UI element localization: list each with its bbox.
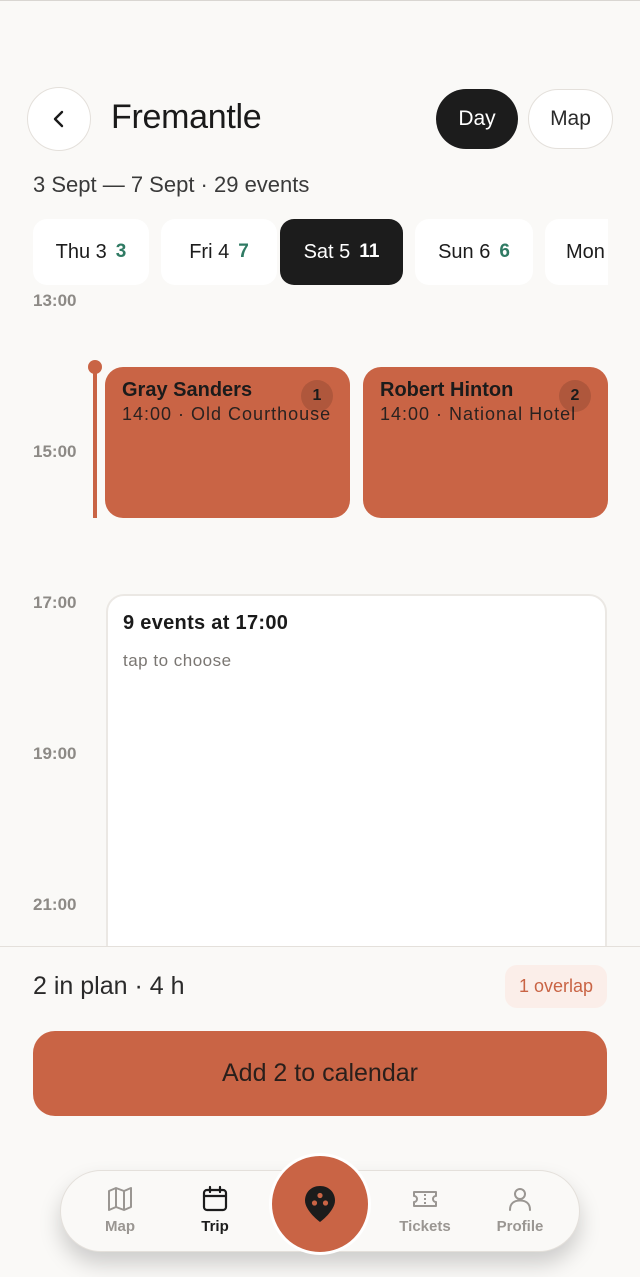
plan-summary: 2 in plan · 4 h	[33, 972, 185, 1000]
day-chip-sun[interactable]: Sun 6 6	[415, 219, 533, 285]
calendar-icon	[202, 1185, 228, 1212]
event-order-badge: 1	[301, 380, 333, 412]
hour-label: 17:00	[33, 593, 77, 612]
tab-tickets[interactable]: Tickets	[380, 1185, 470, 1245]
hour-label: 13:00	[33, 291, 77, 310]
day-chip-count: 11	[359, 241, 380, 262]
tab-label: Trip	[201, 1218, 229, 1235]
day-chip-count: 7	[238, 241, 249, 262]
tab-label: Map	[105, 1218, 135, 1235]
tab-trip[interactable]: Trip	[170, 1185, 260, 1245]
hour-label: 19:00	[33, 744, 77, 763]
event-order-badge: 2	[559, 380, 591, 412]
plan-span-dot	[88, 360, 102, 374]
map-view-toggle[interactable]: Map	[528, 89, 613, 149]
event-group-card[interactable]: 9 events at 17:00 tap to choose	[106, 594, 607, 974]
day-chip-label: Thu 3	[55, 240, 107, 263]
plan-span-line	[93, 366, 97, 518]
day-chip-count: 6	[499, 241, 510, 262]
event-group-title: 9 events at 17:00	[123, 612, 289, 634]
day-view-toggle[interactable]: Day	[436, 89, 518, 149]
page-title: Fremantle	[111, 98, 262, 136]
day-chip-mon[interactable]: Mon	[545, 219, 608, 285]
day-selector: Thu 3 3 Fri 4 7 Sat 5 11 Sun 6 6 Mon	[33, 219, 608, 285]
map-icon	[108, 1187, 132, 1211]
add-to-calendar-button[interactable]: Add 2 to calendar	[33, 1031, 607, 1116]
location-pin-icon	[305, 1186, 335, 1222]
tab-label: Profile	[496, 1218, 544, 1235]
event-group-hint: tap to choose	[123, 651, 232, 670]
day-chip-label: Mon	[566, 240, 605, 263]
tab-map[interactable]: Map	[75, 1185, 165, 1245]
day-chip-fri[interactable]: Fri 4 7	[161, 219, 277, 285]
top-divider	[0, 0, 640, 1]
back-button[interactable]	[27, 87, 91, 151]
day-chip-label: Fri 4	[189, 240, 230, 263]
event-meta: 14:00 · Old Courthouse	[122, 404, 332, 424]
person-icon	[509, 1188, 531, 1211]
hour-label: 15:00	[33, 442, 77, 461]
day-chip-count: 3	[115, 241, 127, 262]
overlap-badge[interactable]: 1 overlap	[505, 965, 607, 1008]
event-card[interactable]: Gray Sanders 14:00 · Old Courthouse 1	[105, 367, 350, 518]
chevron-left-icon	[53, 110, 64, 128]
tab-profile[interactable]: Profile	[475, 1185, 565, 1245]
event-card[interactable]: Robert Hinton 14:00 · National Hotel 2	[363, 367, 608, 518]
day-chip-label: Sun 6	[438, 240, 491, 263]
date-range-summary: 3 Sept — 7 Sept · 29 events	[33, 172, 310, 197]
day-chip-thu[interactable]: Thu 3 3	[33, 219, 149, 285]
ticket-icon	[413, 1191, 437, 1207]
day-chip-sat[interactable]: Sat 5 11	[280, 219, 403, 285]
hour-label: 21:00	[33, 895, 77, 914]
center-action-button[interactable]	[269, 1153, 371, 1255]
tab-label: Tickets	[399, 1218, 451, 1235]
day-chip-label: Sat 5	[303, 240, 351, 263]
event-meta: 14:00 · National Hotel	[380, 404, 577, 424]
